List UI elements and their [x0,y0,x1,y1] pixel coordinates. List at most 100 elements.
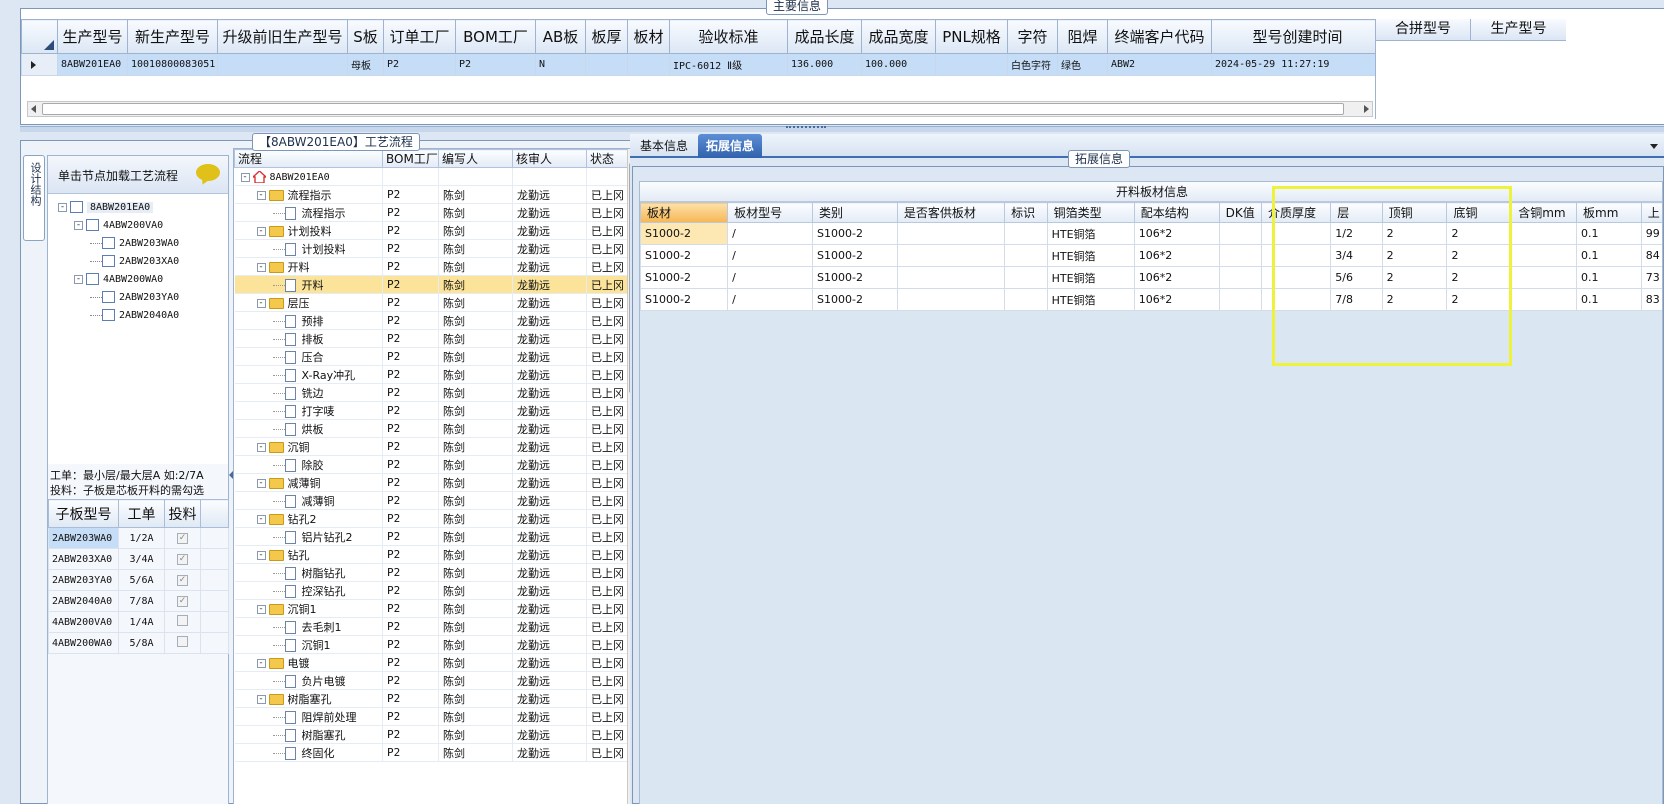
sub-check-cell[interactable]: ✓ [164,569,201,591]
sub-check-cell[interactable]: ✓ [164,527,201,549]
material-cell[interactable]: 106*2 [1133,222,1220,245]
material-cell[interactable] [1004,266,1048,289]
material-cell[interactable]: S1000-2 [640,288,729,311]
expand-toggle-icon[interactable]: - [256,443,266,452]
expand-toggle-icon[interactable]: - [256,551,266,560]
material-cell[interactable]: 84 [1640,244,1662,267]
material-cell[interactable]: S1000-2 [812,222,898,245]
flow-node-cell[interactable]: 去毛刺1 [234,617,383,636]
sub-check-cell[interactable] [164,611,201,633]
tree-node[interactable]: - 4ABW200WA0 [74,270,163,287]
material-cell[interactable] [1511,266,1577,289]
material-cell[interactable]: S1000-2 [812,244,898,267]
flow-node-cell[interactable]: 沉铜1 [234,635,383,654]
table-cell[interactable]: 136.000 [787,53,862,76]
expand-toggle-icon[interactable]: - [240,172,250,182]
table-cell[interactable]: ABW2 [1107,53,1212,76]
material-cell[interactable]: 0.1 [1576,222,1642,245]
material-column-header[interactable]: 铜箔类型 [1046,202,1135,223]
table-row[interactable]: 2ABW203YA0 5/6A ✓ [48,569,229,591]
flow-node-cell[interactable]: 终固化 [234,743,383,762]
material-column-header[interactable]: 类别 [812,202,898,223]
material-cell[interactable]: HTE铜箔 [1046,266,1135,289]
flow-node-cell[interactable]: - 层压 [234,293,383,312]
column-header-8[interactable]: 板材 [627,19,670,54]
flow-row[interactable]: 流程指示 P2 陈剑 龙勤远 已上冈 [234,203,629,222]
material-cell[interactable]: S1000-2 [640,222,729,245]
flow-node-cell[interactable]: 开料 [234,275,383,294]
feed-checkbox[interactable]: ✓ [177,575,188,586]
expand-toggle-icon[interactable]: - [58,202,67,212]
grid-corner[interactable] [21,19,58,54]
flow-row[interactable]: 开料 P2 陈剑 龙勤远 已上冈 [234,275,629,294]
material-column-header[interactable]: 板材型号 [727,202,814,223]
sub-board-grid[interactable]: 子板型号 工单 投料 2ABW203WA0 1/2A ✓ 2ABW203XA0 3/4A ✓ 2… [48,499,229,654]
material-column-header[interactable]: 板mm [1576,202,1642,223]
tree-node[interactable]: 2ABW203YA0 [90,288,179,305]
sub-order-cell[interactable]: 3/4A [118,548,165,570]
sub-order-cell[interactable]: 7/8A [118,590,165,612]
flow-node-cell[interactable]: 控深钻孔 [234,581,383,600]
table-cell[interactable]: 10010800083051 [127,53,218,76]
material-cell[interactable] [896,288,1006,311]
flow-node-cell[interactable]: 烘板 [234,419,383,438]
column-header-4[interactable]: 订单工厂 [383,19,456,54]
table-cell[interactable]: 母板 [347,53,384,76]
flow-column-header[interactable]: 核审人 [512,149,587,168]
flow-grid[interactable]: 流程 BOM工厂 编写人 核审人 状态 -8ABW201EA0- 流程指示 P2 陈剑 龙勤远已… [234,149,629,762]
flow-row[interactable]: 压合 P2 陈剑 龙勤远 已上冈 [234,347,629,366]
flow-row[interactable]: 树脂钻孔 P2 陈剑 龙勤远 已上冈 [234,563,629,582]
flow-row[interactable]: 终固化 P2 陈剑 龙勤远 已上冈 [234,743,629,762]
table-cell[interactable] [627,53,670,76]
table-cell[interactable] [935,53,1008,76]
feed-checkbox[interactable] [177,615,188,626]
table-cell[interactable]: 2024-05-29 11:27:19 [1211,53,1384,76]
sub-check-cell[interactable]: ✓ [164,548,201,570]
expand-toggle-icon[interactable]: - [256,605,266,614]
flow-row[interactable]: - 开料 P2 陈剑 龙勤远 已上冈 [234,257,629,276]
flow-row[interactable]: 控深钻孔 P2 陈剑 龙勤远 已上冈 [234,581,629,600]
flow-row[interactable]: - 流程指示 P2 陈剑 龙勤远 已上冈 [234,185,629,204]
flow-row[interactable]: 计划投料 P2 陈剑 龙勤远 已上冈 [234,239,629,258]
expand-toggle-icon[interactable]: - [256,479,266,488]
tab-dropdown-icon[interactable] [1650,144,1658,149]
flow-node-cell[interactable]: 压合 [234,347,383,366]
material-cell[interactable]: / [727,244,814,267]
material-cell[interactable] [1511,244,1577,267]
column-header-1[interactable]: 新生产型号 [127,19,218,54]
structure-tree[interactable]: -8ABW201EA0-4ABW200VA0 2ABW203WA0 2ABW203X… [48,194,228,464]
material-cell[interactable] [1218,288,1263,311]
scroll-thumb[interactable] [42,103,1344,115]
production-model-column[interactable]: 生产型号 [1471,19,1566,40]
material-cell[interactable]: / [727,288,814,311]
row-indicator[interactable] [21,53,58,76]
flow-node-cell[interactable]: 铣边 [234,383,383,402]
flow-node-cell[interactable]: 排板 [234,329,383,348]
expand-toggle-icon[interactable]: - [256,263,266,272]
flow-node-cell[interactable]: - 8ABW201EA0 [234,167,383,186]
tree-node[interactable]: - 4ABW200VA0 [74,216,163,233]
material-cell[interactable] [896,222,1006,245]
flow-node-cell[interactable]: - 树脂塞孔 [234,689,383,708]
material-cell[interactable]: S1000-2 [640,266,729,289]
flow-row[interactable]: - 沉铜1 P2 陈剑 龙勤远 已上冈 [234,599,629,618]
flow-node-cell[interactable]: 流程指示 [234,203,383,222]
table-cell[interactable] [217,53,348,76]
table-cell[interactable]: P2 [455,53,536,76]
material-cell[interactable] [896,244,1006,267]
table-row[interactable]: 8ABW201EA0 10010800083051 母板 P2 P2 N IPC-6012 … [21,53,1384,76]
merge-model-column[interactable]: 合拼型号 [1376,19,1471,40]
table-cell[interactable]: 100.000 [861,53,936,76]
flow-row[interactable]: - 钻孔 P2 陈剑 龙勤远 已上冈 [234,545,629,564]
sub-check-cell[interactable]: ✓ [164,590,201,612]
expand-toggle-icon[interactable]: - [74,274,83,284]
material-column-header[interactable]: 是否客供板材 [896,202,1006,223]
column-header-6[interactable]: AB板 [535,19,586,54]
flow-row[interactable]: 去毛刺1 P2 陈剑 龙勤远 已上冈 [234,617,629,636]
flow-column-header[interactable]: 状态 [586,149,629,168]
expand-toggle-icon[interactable]: - [256,515,266,524]
column-header-14[interactable]: 阻焊 [1057,19,1108,54]
expand-toggle-icon[interactable]: - [256,695,266,704]
column-header-0[interactable]: 生产型号 [57,19,128,54]
material-cell[interactable]: 0.1 [1576,288,1642,311]
